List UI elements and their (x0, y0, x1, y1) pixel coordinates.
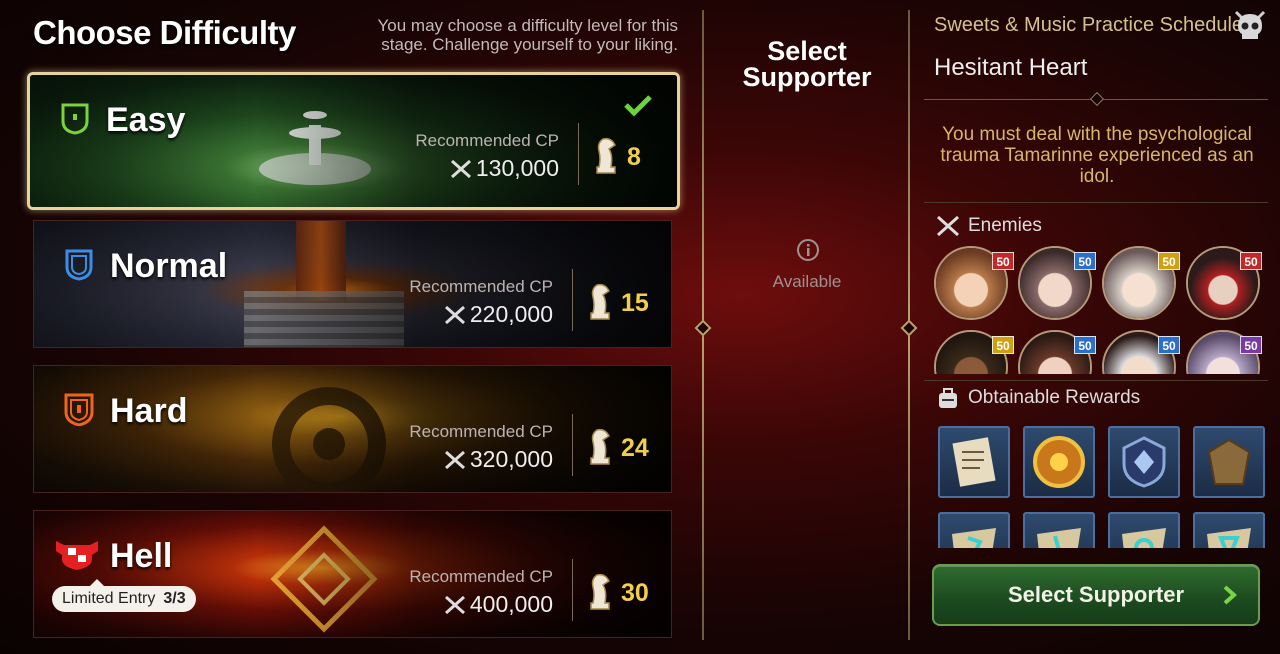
ticket-count: 8 (627, 143, 641, 171)
recommended-cp-label: Recommended CP (409, 277, 553, 296)
sun-medal-icon (1033, 436, 1085, 488)
crossed-swords-icon (450, 159, 471, 178)
info-icon[interactable] (796, 238, 820, 262)
enemy-level-badge: 50 (1158, 336, 1180, 354)
difficulty-name: Easy (106, 101, 186, 139)
limited-entry-count: 3/3 (163, 590, 186, 607)
reward-item[interactable] (938, 426, 1010, 498)
reward-item[interactable] (1023, 512, 1095, 548)
reward-item[interactable] (1108, 512, 1180, 548)
separator-ornament (694, 319, 712, 337)
ticket-count: 15 (621, 289, 649, 317)
difficulty-card-hard[interactable]: Hard Recommended CP 320,000 24 (33, 365, 672, 493)
knight-ticket-icon (590, 428, 610, 465)
knight-ticket-icon (590, 573, 610, 610)
section-divider (924, 202, 1268, 203)
rewards-label: Obtainable Rewards (968, 387, 1141, 408)
recommended-cp-value: 320,000 (444, 446, 553, 473)
enemy-level-badge: 50 (992, 252, 1014, 270)
knight-ticket-icon (596, 137, 616, 174)
divider-ornament (1089, 91, 1105, 107)
reward-item[interactable] (1108, 426, 1180, 498)
stage-name: Hesitant Heart (934, 54, 1088, 81)
crossed-swords-icon (444, 305, 465, 324)
knight-ticket-icon (590, 283, 610, 320)
easy-card-shade (30, 75, 677, 207)
backpack-icon (939, 388, 957, 408)
scroll-icon (952, 437, 996, 487)
recommended-cp-label: Recommended CP (409, 422, 553, 441)
difficulty-name: Normal (110, 247, 228, 285)
page-title: Choose Difficulty (33, 14, 296, 51)
enemies-label: Enemies (968, 215, 1042, 236)
difficulty-card-easy[interactable]: Easy Recommended CP 130,000 8 (27, 72, 680, 210)
enemy-level-badge: 50 (1074, 336, 1096, 354)
enemy-level-badge: 50 (1074, 252, 1096, 270)
enemy-level-badge: 50 (1240, 252, 1262, 270)
rune-icon (1207, 528, 1251, 548)
card-divider (572, 414, 573, 476)
stage-series-title: Sweets & Music Practice Schedule (934, 14, 1244, 36)
crossed-swords-icon (444, 450, 465, 469)
recommended-cp-number: 130,000 (475, 155, 559, 181)
rewards-header: Obtainable Rewards (936, 387, 1140, 409)
column-separator-right (900, 10, 918, 640)
reward-list (934, 420, 1268, 548)
recommended-cp-number: 220,000 (469, 301, 553, 327)
normal-shield-icon (65, 249, 93, 281)
bag-icon (1207, 438, 1251, 485)
select-supporter-heading: Select Supporter (742, 36, 872, 92)
enemies-header: Enemies (936, 215, 1042, 237)
separator-ornament (900, 319, 918, 337)
recommended-cp-number: 320,000 (469, 446, 553, 472)
reward-item[interactable] (1193, 512, 1265, 548)
ticket-count: 24 (621, 434, 649, 462)
difficulty-name: Hard (110, 392, 188, 430)
limited-entry-label: Limited Entry (62, 590, 156, 607)
difficulty-card-normal[interactable]: Normal Recommended CP 220,000 15 (33, 220, 672, 348)
recommended-cp-number: 400,000 (469, 591, 553, 617)
reward-item[interactable] (1193, 426, 1265, 498)
select-supporter-button-label: Select Supporter (1007, 582, 1185, 607)
rune-icon (952, 528, 996, 548)
card-divider (572, 559, 573, 621)
crossed-swords-icon (444, 595, 465, 614)
stage-description: You must deal with the psychological tra… (940, 124, 1254, 187)
limited-entry-badge: Limited Entry 3/3 (52, 579, 196, 612)
recommended-cp-value: 220,000 (444, 301, 553, 328)
easy-shield-icon (61, 103, 89, 135)
recommended-cp-value: 130,000 (450, 155, 559, 182)
recommended-cp-label: Recommended CP (409, 567, 553, 586)
reward-item[interactable] (938, 512, 1010, 548)
difficulty-name: Hell (110, 537, 173, 575)
skull-icon (1234, 10, 1266, 39)
ticket-count: 30 (621, 579, 649, 607)
chevron-right-icon (1223, 585, 1238, 605)
hard-shield-icon (64, 393, 94, 426)
difficulty-card-hell[interactable]: Hell Limited Entry 3/3 Recommended CP 40… (33, 510, 672, 638)
enemy-level-badge: 50 (1158, 252, 1180, 270)
recommended-cp-value: 400,000 (444, 591, 553, 618)
hell-shield-icon (56, 541, 98, 570)
stage-divider (924, 91, 1268, 107)
rune-icon (1122, 528, 1166, 548)
crossed-swords-icon (936, 215, 960, 237)
page-subtitle: You may choose a difficulty level for th… (377, 16, 679, 54)
supporter-status: Available (772, 272, 842, 291)
enemy-list: 50 50 50 50 50 50 50 50 (934, 246, 1268, 374)
section-divider (924, 380, 1268, 381)
column-separator-left (694, 10, 712, 640)
reward-item[interactable] (1023, 426, 1095, 498)
enemy-level-badge: 50 (1240, 336, 1262, 354)
card-divider (578, 123, 579, 185)
shield-gem-icon (1122, 436, 1166, 488)
card-divider (572, 269, 573, 331)
enemy-level-badge: 50 (992, 336, 1014, 354)
rune-icon (1037, 528, 1081, 548)
select-supporter-button[interactable]: Select Supporter (932, 564, 1260, 626)
check-icon (624, 95, 652, 117)
recommended-cp-label: Recommended CP (415, 131, 559, 150)
